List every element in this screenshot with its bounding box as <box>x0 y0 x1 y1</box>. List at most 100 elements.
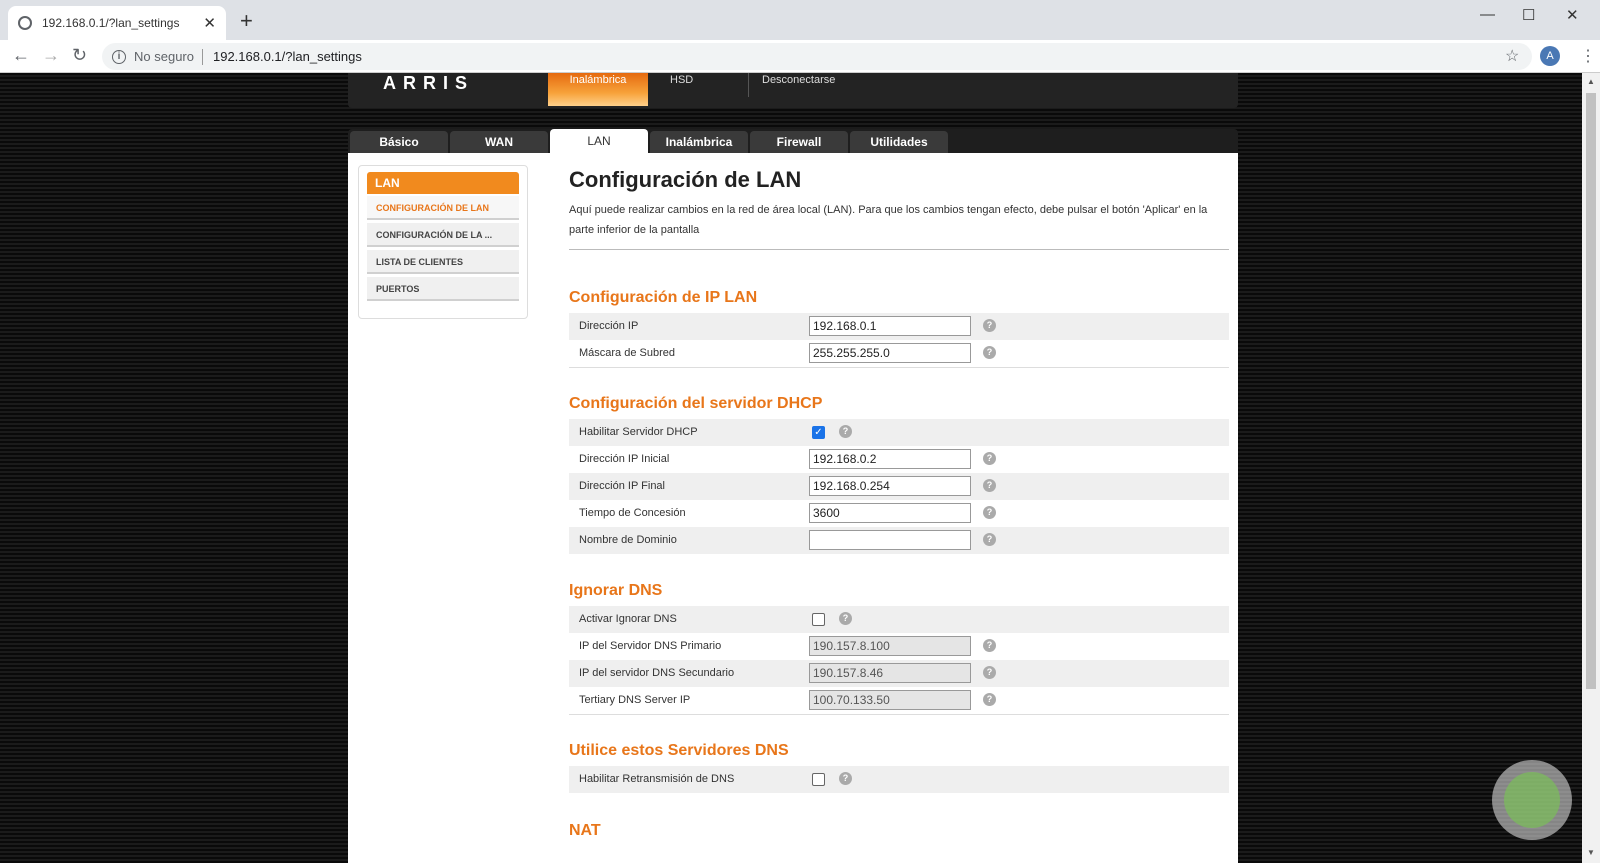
sidebar-item-client-list[interactable]: LISTA DE CLIENTES <box>367 250 519 274</box>
help-icon[interactable]: ? <box>983 319 996 332</box>
divider <box>569 249 1229 250</box>
reload-icon[interactable]: ↻ <box>72 45 87 66</box>
start-ip-input[interactable]: 192.168.0.2 <box>809 449 971 469</box>
globe-icon <box>18 16 32 30</box>
row-ignore-dns-enable: Activar Ignorar DNS ? <box>569 606 1229 633</box>
label-end-ip: Dirección IP Final <box>579 480 665 492</box>
new-tab-icon[interactable]: + <box>240 8 253 34</box>
tab-utilidades[interactable]: Utilidades <box>850 131 948 153</box>
row-tertiary-dns: Tertiary DNS Server IP 100.70.133.50 ? <box>569 687 1229 714</box>
label-lease-time: Tiempo de Concesión <box>579 507 686 519</box>
browser-tab-title: 192.168.0.1/?lan_settings <box>42 16 180 30</box>
menu-icon[interactable]: ⋮ <box>1580 46 1596 66</box>
topnav-separator <box>748 73 749 97</box>
lease-time-input[interactable]: 3600 <box>809 503 971 523</box>
section-title-nat: NAT <box>569 822 601 839</box>
close-tab-icon[interactable]: ✕ <box>203 14 216 32</box>
label-dhcp-enable: Habilitar Servidor DHCP <box>579 426 698 438</box>
dns-relay-checkbox[interactable] <box>812 773 825 786</box>
help-icon[interactable]: ? <box>983 639 996 652</box>
label-primary-dns: IP del Servidor DNS Primario <box>579 640 722 652</box>
minimize-icon[interactable]: — <box>1480 6 1495 23</box>
tab-wan[interactable]: WAN <box>450 131 548 153</box>
label-start-ip: Dirección IP Inicial <box>579 453 670 465</box>
help-icon[interactable]: ? <box>983 346 996 359</box>
content-panel: LAN CONFIGURACIÓN DE LAN CONFIGURACIÓN D… <box>348 153 1238 863</box>
sidebar-item-lan-config-2[interactable]: CONFIGURACIÓN DE LA ... <box>367 223 519 247</box>
row-domain-name: Nombre de Dominio ? <box>569 527 1229 554</box>
watermark-inner <box>1504 772 1560 828</box>
intro-text: Aquí puede realizar cambios en la red de… <box>569 204 1208 236</box>
label-secondary-dns: IP del servidor DNS Secundario <box>579 667 735 679</box>
row-dns-relay: Habilitar Retransmisión de DNS ? <box>569 766 1229 793</box>
scroll-up-icon[interactable]: ▲ <box>1587 77 1595 86</box>
omnibox-separator <box>201 48 203 65</box>
row-end-ip: Dirección IP Final 192.168.0.254 ? <box>569 473 1229 500</box>
tab-firewall[interactable]: Firewall <box>750 131 848 153</box>
bookmark-star-icon[interactable]: ☆ <box>1505 46 1519 66</box>
help-icon[interactable]: ? <box>983 479 996 492</box>
section-title-dhcp: Configuración del servidor DHCP <box>569 395 823 412</box>
scroll-down-icon[interactable]: ▼ <box>1587 848 1595 857</box>
back-icon[interactable]: ← <box>12 45 30 66</box>
row-subnet-mask: Máscara de Subred 255.255.255.0 ? <box>569 340 1229 367</box>
security-label: No seguro <box>134 49 194 64</box>
primary-dns-input[interactable]: 190.157.8.100 <box>809 636 971 656</box>
ip-address-input[interactable]: 192.168.0.1 <box>809 316 971 336</box>
topnav-logout[interactable]: Desconectarse <box>762 73 835 106</box>
subnet-mask-input[interactable]: 255.255.255.0 <box>809 343 971 363</box>
help-icon[interactable]: ? <box>983 452 996 465</box>
topnav-hsd[interactable]: HSD <box>670 73 693 106</box>
info-icon[interactable]: i <box>112 49 126 64</box>
label-domain-name: Nombre de Dominio <box>579 534 677 546</box>
tab-inalambrica[interactable]: Inalámbrica <box>650 131 748 153</box>
scrollbar-thumb[interactable] <box>1586 93 1596 689</box>
row-divider <box>569 367 1229 368</box>
dhcp-enable-checkbox[interactable]: ✓ <box>812 426 825 439</box>
main-tabs: Básico WAN LAN Inalámbrica Firewall Util… <box>348 129 1238 153</box>
help-icon[interactable]: ? <box>983 693 996 706</box>
profile-avatar[interactable]: A <box>1540 46 1560 66</box>
row-ip-address: Dirección IP 192.168.0.1 ? <box>569 313 1229 340</box>
help-icon[interactable]: ? <box>983 666 996 679</box>
url-text: 192.168.0.1/?lan_settings <box>212 49 362 64</box>
tab-basico[interactable]: Básico <box>350 131 448 153</box>
section-title-use-dns: Utilice estos Servidores DNS <box>569 742 789 759</box>
close-window-icon[interactable]: ✕ <box>1566 6 1579 24</box>
secondary-dns-input[interactable]: 190.157.8.46 <box>809 663 971 683</box>
sidebar-heading: LAN <box>367 172 519 194</box>
help-icon[interactable]: ? <box>983 533 996 546</box>
ignore-dns-checkbox[interactable] <box>812 613 825 626</box>
row-divider <box>569 714 1229 715</box>
section-title-ip-lan: Configuración de IP LAN <box>569 289 758 306</box>
topnav-wireless[interactable]: Inalámbrica <box>548 73 648 106</box>
arris-logo: ARRIS <box>383 73 475 93</box>
help-icon[interactable]: ? <box>839 772 852 785</box>
forward-icon[interactable]: → <box>42 45 60 66</box>
help-icon[interactable]: ? <box>839 612 852 625</box>
sidebar-item-lan-config[interactable]: CONFIGURACIÓN DE LAN <box>367 196 519 220</box>
help-icon[interactable]: ? <box>839 425 852 438</box>
browser-tab[interactable]: 192.168.0.1/?lan_settings ✕ <box>8 6 226 40</box>
browser-tabbar: 192.168.0.1/?lan_settings ✕ + — ☐ ✕ <box>0 0 1600 40</box>
tertiary-dns-input[interactable]: 100.70.133.50 <box>809 690 971 710</box>
page-title: Configuración de LAN <box>569 167 802 192</box>
vertical-scrollbar[interactable]: ▲ ▼ <box>1582 73 1600 863</box>
tab-lan[interactable]: LAN <box>550 129 648 153</box>
section-title-ignore-dns: Ignorar DNS <box>569 582 663 599</box>
row-dhcp-enable: Habilitar Servidor DHCP ✓ ? <box>569 419 1229 446</box>
end-ip-input[interactable]: 192.168.0.254 <box>809 476 971 496</box>
row-primary-dns: IP del Servidor DNS Primario 190.157.8.1… <box>569 633 1229 660</box>
address-bar[interactable]: i No seguro 192.168.0.1/?lan_settings <box>102 43 1532 70</box>
label-ip-address: Dirección IP <box>579 320 639 332</box>
row-lease-time: Tiempo de Concesión 3600 ? <box>569 500 1229 527</box>
watermark-logo <box>1492 760 1572 840</box>
sidebar-item-ports[interactable]: PUERTOS <box>367 277 519 301</box>
help-icon[interactable]: ? <box>983 506 996 519</box>
browser-toolbar: ← → ↻ i No seguro 192.168.0.1/?lan_setti… <box>0 40 1600 73</box>
row-secondary-dns: IP del servidor DNS Secundario 190.157.8… <box>569 660 1229 687</box>
maximize-icon[interactable]: ☐ <box>1522 6 1535 24</box>
domain-name-input[interactable] <box>809 530 971 550</box>
label-subnet-mask: Máscara de Subred <box>579 347 675 359</box>
label-ignore-dns-enable: Activar Ignorar DNS <box>579 613 677 625</box>
